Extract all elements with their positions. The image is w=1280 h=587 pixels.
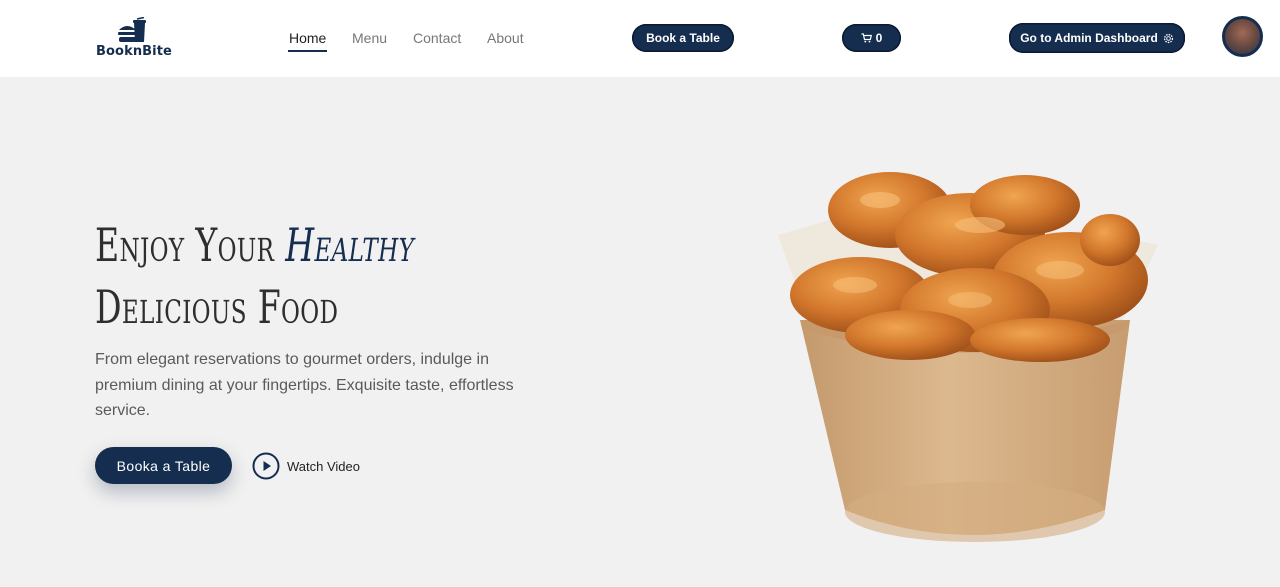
- hero-book-table-label: Booka a Table: [116, 457, 211, 474]
- active-nav-underline: [288, 50, 327, 52]
- cart-icon: [861, 33, 872, 43]
- admin-dashboard-button[interactable]: Go to Admin Dashboard: [1009, 23, 1185, 53]
- fried-chicken-bucket-image: [778, 172, 1158, 542]
- nav-contact[interactable]: Contact: [413, 30, 461, 46]
- cart-count: 0: [875, 31, 883, 45]
- top-navbar: BooknBite Home Menu Contact About Book a…: [0, 0, 1280, 77]
- burger-drink-icon: [118, 17, 146, 42]
- hero-title-line-2: Delicious Food: [95, 280, 339, 334]
- hero-title-line-1: Enjoy Your Healthy: [95, 214, 426, 276]
- header-book-table-label: Book a Table: [646, 31, 720, 45]
- brand-name: BooknBite: [96, 44, 172, 59]
- user-avatar[interactable]: [1222, 16, 1263, 57]
- hero-description: From elegant reservations to gourmet ord…: [95, 351, 514, 419]
- play-icon: [252, 452, 280, 480]
- watch-video-button[interactable]: Watch Video: [252, 452, 360, 480]
- cart-button[interactable]: 0: [842, 24, 901, 52]
- hero-title-accent: Healthy: [285, 218, 415, 272]
- nav-about[interactable]: About: [487, 30, 524, 46]
- brand-logo[interactable]: BooknBite: [95, 17, 172, 61]
- hero-book-table-button[interactable]: Booka a Table: [95, 447, 232, 484]
- admin-dashboard-label: Go to Admin Dashboard: [1020, 31, 1158, 45]
- nav-home[interactable]: Home: [289, 30, 326, 46]
- watch-video-label: Watch Video: [287, 458, 360, 474]
- nav-menu[interactable]: Menu: [352, 30, 387, 46]
- gear-icon: [1163, 33, 1173, 43]
- hero-title: Enjoy Your Healthy Delicious Food: [95, 214, 555, 338]
- hero-title-text: Enjoy Your: [95, 218, 275, 272]
- header-book-table-button[interactable]: Book a Table: [632, 24, 734, 52]
